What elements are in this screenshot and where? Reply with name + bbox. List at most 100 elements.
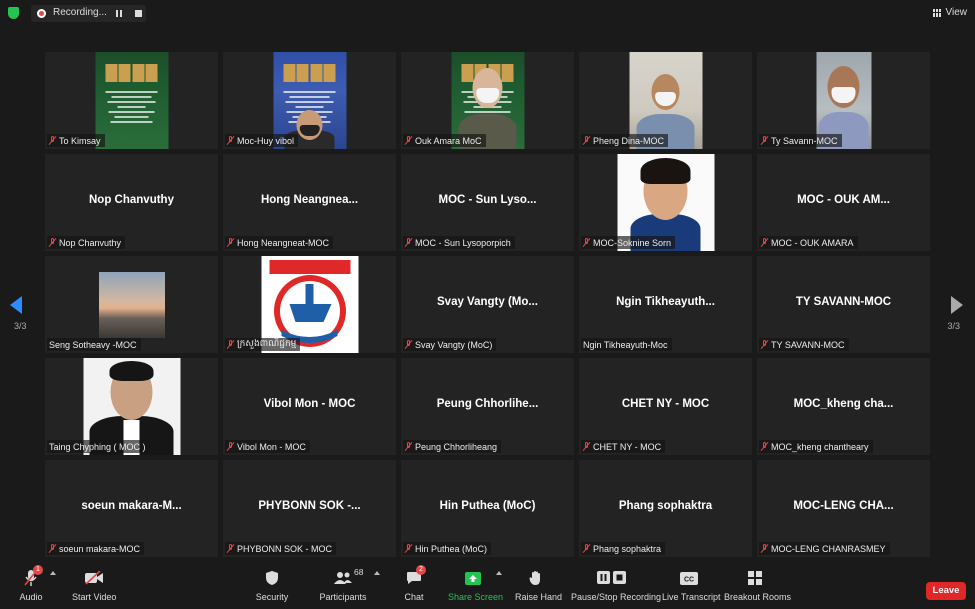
participant-tile[interactable]: MOC-LENG CHA... MOC-LENG CHANRASMEY: [757, 460, 930, 557]
participant-tile[interactable]: Ty Savann-MOC: [757, 52, 930, 149]
participant-name-label: Ngin Tikheayuth-Moc: [581, 338, 672, 351]
breakout-rooms-icon: [748, 571, 762, 585]
live-transcript-button[interactable]: CC Live Transcript: [662, 567, 721, 602]
participant-name: Seng Sotheavy -MOC: [49, 339, 137, 350]
participant-tile[interactable]: Moc-Huy vibol: [223, 52, 396, 149]
participant-tile[interactable]: Svay Vangty (Mo... Svay Vangty (MoC): [401, 256, 574, 353]
face-mask: [831, 87, 856, 103]
grid-view-icon: [932, 8, 942, 17]
participant-video: [98, 272, 165, 338]
muted-microphone-icon: [761, 442, 768, 451]
participant-name: Svay Vangty (MoC): [415, 339, 493, 350]
pause-stop-recording-icon: [597, 571, 626, 584]
participant-display-name: PHYBONN SOK -...: [258, 500, 361, 512]
pause-recording-icon[interactable]: [116, 10, 122, 17]
participants-button[interactable]: 68 Participants: [318, 567, 368, 602]
audio-button[interactable]: 1 Audio: [18, 565, 44, 602]
start-video-button[interactable]: Start Video: [72, 567, 116, 602]
security-label: Security: [255, 592, 289, 602]
participant-name-label: Hin Puthea (MoC): [403, 542, 492, 555]
participant-display-name: Hong Neangnea...: [260, 194, 359, 206]
banner-text-lines: [103, 88, 160, 126]
participant-tile[interactable]: Taing Chyphing ( MOC ): [45, 358, 218, 455]
chat-button[interactable]: 2 Chat: [402, 565, 426, 602]
recording-indicator: Recording...: [31, 5, 146, 22]
participant-tile[interactable]: Phang sophaktra Phang sophaktra: [579, 460, 752, 557]
participant-tile[interactable]: ក្រសួងពាណិជ្ជកម្ម: [223, 256, 396, 353]
previous-page-arrow-icon[interactable]: [10, 296, 22, 314]
muted-microphone-icon: [49, 238, 56, 247]
audio-label: Audio: [19, 592, 43, 602]
participant-name-label: Ouk Amara MoC: [403, 134, 486, 147]
share-options-caret-icon[interactable]: [496, 571, 502, 575]
raise-hand-icon: [529, 571, 540, 585]
svg-text:CC: CC: [684, 576, 694, 583]
participant-tile[interactable]: MOC - Sun Lyso... MOC - Sun Lysoporpich: [401, 154, 574, 251]
participant-tile[interactable]: Nop Chanvuthy Nop Chanvuthy: [45, 154, 218, 251]
participant-tile[interactable]: TY SAVANN-MOC TY SAVANN-MOC: [757, 256, 930, 353]
share-screen-button[interactable]: Share Screen: [448, 567, 503, 602]
stop-recording-icon[interactable]: [135, 10, 142, 17]
participant-display-name: Vibol Mon - MOC: [263, 398, 356, 410]
muted-microphone-icon: [405, 544, 412, 553]
participant-name-label: Ty Savann-MOC: [759, 134, 842, 147]
participant-name: To Kimsay: [59, 135, 101, 146]
participant-hair: [640, 158, 691, 184]
participant-name: Ty Savann-MOC: [771, 135, 838, 146]
leave-button[interactable]: Leave: [926, 582, 966, 600]
participants-icon: [334, 572, 352, 584]
participant-tile[interactable]: Pheng Dina-MOC: [579, 52, 752, 149]
participant-name: soeun makara-MOC: [59, 543, 141, 554]
participant-tile[interactable]: Hong Neangnea... Hong Neangneat-MOC: [223, 154, 396, 251]
participant-name-label: Seng Sotheavy -MOC: [47, 338, 141, 351]
closed-caption-icon: CC: [680, 571, 698, 585]
participant-tile[interactable]: MOC - OUK AM... MOC - OUK AMARA: [757, 154, 930, 251]
participant-display-name: Ngin Tikheayuth...: [616, 296, 715, 308]
participant-tile[interactable]: Seng Sotheavy -MOC: [45, 256, 218, 353]
participant-tile[interactable]: Ngin Tikheayuth... Ngin Tikheayuth-Moc: [579, 256, 752, 353]
next-page-arrow-icon[interactable]: [951, 296, 963, 314]
muted-microphone-icon: [227, 136, 234, 145]
participant-tile[interactable]: Hin Puthea (MoC) Hin Puthea (MoC): [401, 460, 574, 557]
participant-display-name: Svay Vangty (Mo...: [437, 296, 538, 308]
share-screen-arrow-icon: [465, 571, 481, 585]
pause-stop-recording-button[interactable]: Pause/Stop Recording: [571, 567, 661, 602]
participant-name: Ngin Tikheayuth-Moc: [583, 339, 668, 350]
security-button[interactable]: Security: [255, 567, 289, 602]
participant-tile[interactable]: MOC_kheng cha... MOC_kheng chantheary: [757, 358, 930, 455]
muted-microphone-icon: [405, 340, 412, 349]
participant-video: [95, 52, 168, 149]
participant-name-label: Svay Vangty (MoC): [403, 338, 497, 351]
audio-options-caret-icon[interactable]: [50, 571, 56, 575]
participant-display-name: MOC-LENG CHA...: [793, 500, 894, 512]
participant-name: MOC-Soknine Sorn: [593, 237, 672, 248]
participant-display-name: MOC - Sun Lyso...: [438, 194, 537, 206]
participant-hair: [109, 361, 154, 381]
participant-tile[interactable]: Vibol Mon - MOC Vibol Mon - MOC: [223, 358, 396, 455]
muted-microphone-icon: [405, 238, 412, 247]
participant-name: TY SAVANN-MOC: [771, 339, 845, 350]
view-button[interactable]: View: [932, 7, 967, 18]
breakout-rooms-button[interactable]: Breakout Rooms: [724, 567, 791, 602]
participant-tile[interactable]: CHET NY - MOC CHET NY - MOC: [579, 358, 752, 455]
participants-options-caret-icon[interactable]: [374, 571, 380, 575]
participant-tile[interactable]: Peung Chhorlihe... Peung Chhorliheang: [401, 358, 574, 455]
encryption-shield-icon[interactable]: [8, 7, 19, 19]
muted-microphone-icon: [583, 238, 590, 247]
muted-microphone-icon: [583, 442, 590, 451]
muted-microphone-icon: [405, 442, 412, 451]
participant-name: Hin Puthea (MoC): [415, 543, 488, 554]
participant-display-name: Nop Chanvuthy: [89, 194, 174, 206]
participant-name-label: MOC - Sun Lysoporpich: [403, 236, 515, 249]
participant-display-name: TY SAVANN-MOC: [795, 296, 892, 308]
participant-name-label: PHYBONN SOK - MOC: [225, 542, 337, 555]
muted-microphone-icon: [583, 136, 590, 145]
participant-display-name: MOC_kheng cha...: [793, 398, 894, 410]
participant-tile[interactable]: To Kimsay: [45, 52, 218, 149]
participant-tile[interactable]: Ouk Amara MoC: [401, 52, 574, 149]
participant-tile[interactable]: soeun makara-M... soeun makara-MOC: [45, 460, 218, 557]
participant-name: Nop Chanvuthy: [59, 237, 122, 248]
participant-tile[interactable]: PHYBONN SOK -... PHYBONN SOK - MOC: [223, 460, 396, 557]
raise-hand-button[interactable]: Raise Hand: [515, 567, 562, 602]
participant-tile[interactable]: MOC-Soknine Sorn: [579, 154, 752, 251]
